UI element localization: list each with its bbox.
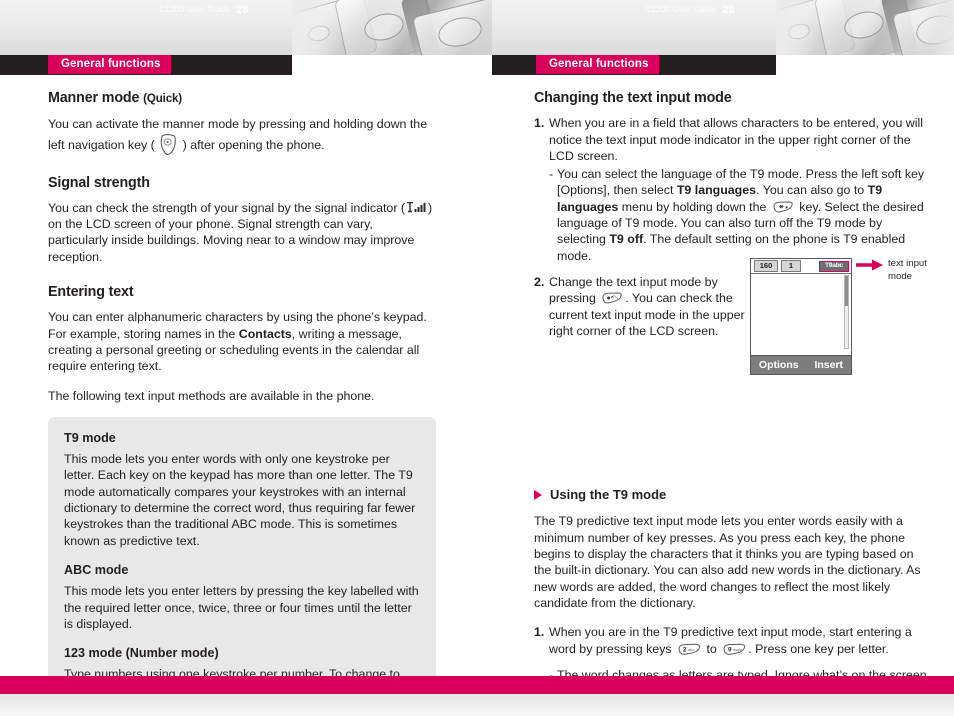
t9-languages-bold-1: T9 languages	[676, 183, 757, 198]
step-2-text: Change the text input mode by pressing .…	[549, 274, 749, 339]
lcd-message-count: 1	[781, 260, 801, 272]
signal-text-before: You can check the strength of your signa…	[48, 200, 406, 215]
callout-arrow-icon	[856, 259, 884, 275]
manner-mode-title: Manner mode	[48, 90, 140, 106]
user-guide-spread: General functions General functions Mann…	[0, 0, 954, 716]
manner-mode-subtitle: (Quick)	[143, 92, 183, 105]
t9-step-1-mid: to	[703, 641, 721, 656]
lcd-screen-illustration: 160 1 T9abc Options Insert	[750, 258, 852, 375]
callout-line-1: text input	[888, 258, 927, 269]
lcd-callout: text input mode	[856, 258, 948, 283]
using-t9-label: Using the T9 mode	[550, 487, 667, 503]
keypad-key-9-icon: 9 wxyz	[722, 643, 747, 656]
star-key-icon	[772, 201, 794, 214]
entering-text-para-2: The following text input methods are ava…	[48, 388, 375, 403]
entering-text-heading: Entering text	[48, 284, 134, 301]
manner-mode-heading: Manner mode (Quick)	[48, 90, 436, 107]
lcd-softkey-bar: Options Insert	[751, 355, 851, 374]
right-page-column: Changing the text input mode 1. When you…	[534, 90, 934, 716]
keypad-key-2-icon: 2 abc	[677, 643, 702, 656]
entering-text-para-1: You can enter alphanumeric characters by…	[48, 309, 436, 374]
changing-step-2: 2. Change the text input mode by pressin…	[534, 274, 749, 339]
dash-marker: -	[549, 167, 554, 182]
callout-text: text input mode	[888, 258, 948, 283]
step-1-subitem-text: You can select the language of the T9 mo…	[557, 166, 934, 264]
footer-right: C1200 User Guide 29	[645, 0, 735, 18]
step-1-number: 1.	[534, 116, 545, 131]
using-t9-paragraph: The T9 predictive text input mode lets y…	[534, 514, 921, 610]
lcd-scrollbar	[844, 275, 849, 349]
sub-text-d: menu by holding down the	[618, 199, 770, 214]
star-key-icon	[601, 292, 623, 305]
lcd-char-count: 160	[754, 260, 778, 272]
step-1-subitem: - You can select the language of the T9 …	[549, 166, 934, 264]
t9-step-1-text: When you are in the T9 predictive text i…	[549, 624, 934, 657]
manner-mode-body: You can activate the manner mode by pres…	[48, 116, 436, 155]
page-footer	[0, 676, 954, 694]
sub-text-c: . You can also go to	[756, 183, 868, 198]
t9-mode-body: This mode lets you enter words with only…	[64, 452, 416, 548]
svg-text:abc: abc	[688, 647, 694, 652]
svg-text:2: 2	[683, 646, 687, 653]
number-mode-title: 123 mode (Number mode)	[64, 646, 219, 661]
contacts-bold: Contacts	[238, 326, 292, 341]
text-input-modes-box: T9 mode This mode lets you enter words w…	[48, 416, 436, 716]
abc-mode-title: ABC mode	[64, 562, 129, 577]
header-banner	[0, 0, 954, 55]
manner-mode-text-after: ) after opening the phone.	[179, 137, 325, 152]
lcd-status-bar: 160 1 T9abc	[751, 259, 851, 274]
navigation-key-icon	[159, 133, 178, 156]
step-2-number: 2.	[534, 274, 545, 289]
footer-left: C1200 User Guide 28	[159, 0, 249, 18]
softkey-options: Options	[758, 358, 799, 371]
footer-right-title: C1200 User Guide	[645, 4, 717, 14]
footer-left-title: C1200 User Guide	[159, 4, 231, 14]
using-t9-heading: Using the T9 mode	[534, 487, 934, 503]
left-page-column: Manner mode (Quick) You can activate the…	[48, 90, 436, 716]
changing-mode-heading: Changing the text input mode	[534, 90, 732, 106]
signal-bars-icon	[406, 201, 427, 214]
section-tag-right: General functions	[536, 55, 660, 74]
lcd-spacer	[534, 349, 934, 467]
softkey-insert: Insert	[814, 358, 844, 371]
using-t9-step-1: 1. When you are in the T9 predictive tex…	[534, 624, 934, 657]
section-tag-left: General functions	[48, 55, 172, 74]
changing-step-1: 1. When you are in a field that allows c…	[534, 115, 934, 264]
t9-mode-title: T9 mode	[64, 430, 116, 445]
svg-text:9: 9	[728, 646, 732, 653]
signal-strength-body: You can check the strength of your signa…	[48, 200, 436, 265]
signal-strength-heading: Signal strength	[48, 174, 150, 191]
lcd-text-area	[751, 274, 851, 353]
t9-step-1-number: 1.	[534, 625, 545, 640]
phone-photo-right	[776, 0, 954, 55]
footer-right-page-number: 29	[722, 4, 735, 16]
bottom-gradient	[0, 694, 954, 716]
t9-step-1b: . Press one key per letter.	[748, 641, 889, 656]
abc-mode-body: This mode lets you enter letters by pres…	[64, 584, 419, 631]
lcd-scrollbar-thumb	[845, 276, 848, 306]
footer-left-page-number: 28	[236, 4, 249, 16]
triangle-bullet-icon	[534, 490, 542, 501]
svg-text:wxyz: wxyz	[733, 647, 742, 652]
t9-off-bold: T9 off	[609, 232, 644, 247]
callout-line-2: mode	[888, 270, 912, 282]
lcd-text-input-mode-indicator: T9abc	[819, 260, 849, 272]
step-1-text: When you are in a field that allows char…	[549, 116, 923, 163]
phone-photo-left	[292, 0, 492, 55]
